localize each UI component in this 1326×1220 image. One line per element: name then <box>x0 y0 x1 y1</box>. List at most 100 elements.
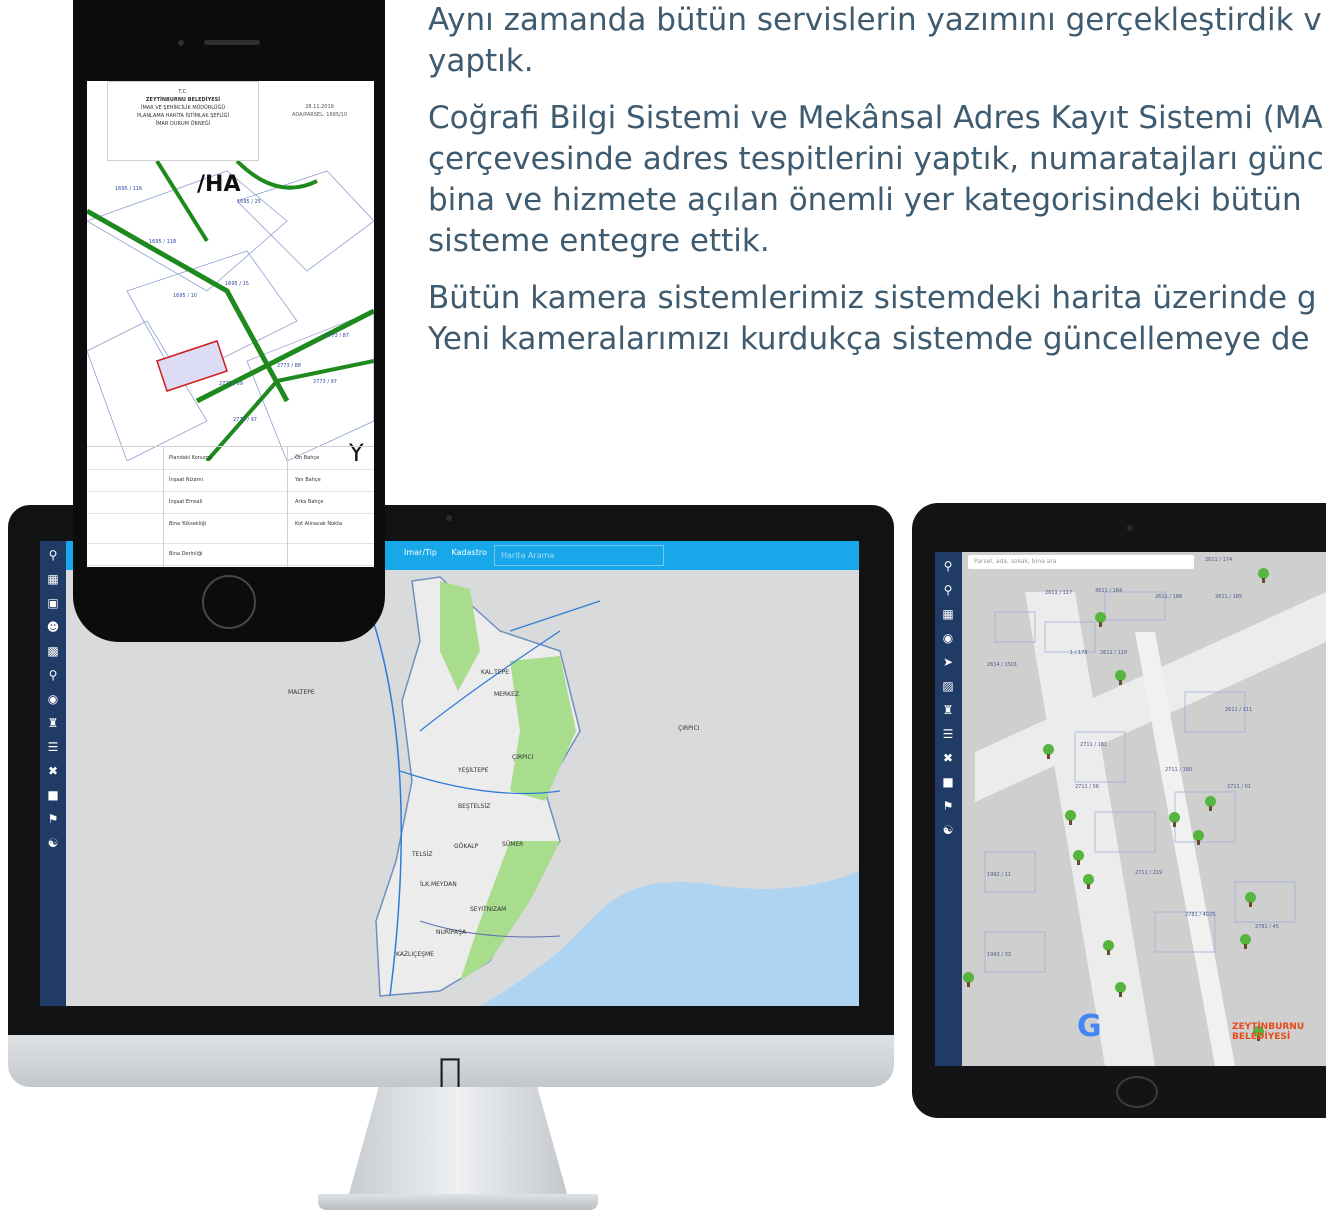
tree-marker-icon[interactable] <box>1115 982 1126 997</box>
table-cell: Bina Yüksekliği <box>169 521 207 527</box>
search-icon[interactable]: ⚲ <box>40 545 66 565</box>
zoning-table: Plandaki Konumu Ön Bahçe İnşaat Nizamı Y… <box>87 446 374 567</box>
block-label: 2611 / 120 <box>1100 650 1128 656</box>
map-label: YEŞİLTEPE <box>458 767 489 774</box>
flag-icon[interactable]: ⚑ <box>40 809 66 829</box>
tools-icon[interactable]: ✖ <box>935 748 961 768</box>
block-label: 2611 / 174 <box>1205 557 1233 563</box>
parcel-label: 1695 / 15 <box>225 281 249 287</box>
block-label: 1993 / 33 <box>987 952 1011 958</box>
table-cell: İnşaat Nizamı <box>169 477 204 483</box>
tablet-sidebar: ⚲ ⚲ ▦ ◉ ➤ ▨ ♜ ☰ ✖ ■ ⚑ ☯ <box>935 552 962 1066</box>
bus-icon[interactable]: ■ <box>935 772 961 792</box>
map-label: SÜMER <box>502 841 524 848</box>
text-line: çerçevesinde adres tespitlerini yaptık, … <box>428 141 1324 177</box>
block-label: 1 / 178 <box>1070 650 1088 656</box>
parcel-label: 1695 / 25 <box>237 199 261 205</box>
document-icon[interactable]: ▦ <box>935 604 961 624</box>
pin-icon[interactable]: ⚲ <box>40 665 66 685</box>
table-divider <box>287 446 288 567</box>
tree-marker-icon[interactable] <box>1240 934 1251 949</box>
tree-marker-icon[interactable] <box>1065 810 1076 825</box>
pin-icon[interactable]: ⚲ <box>935 580 961 600</box>
building-icon[interactable]: ▩ <box>40 641 66 661</box>
tree-marker-icon[interactable] <box>1258 568 1269 583</box>
document-header: T.C. ZEYTİNBURNU BELEDİYESİ İMAR VE ŞEHİ… <box>87 81 374 161</box>
tree-marker-icon[interactable] <box>1095 612 1106 627</box>
table-cell: Ön Bahçe <box>295 455 320 461</box>
flag-icon[interactable]: ⚑ <box>935 796 961 816</box>
table-cell: Arka Bahçe <box>295 499 324 505</box>
tree-marker-icon[interactable] <box>1103 940 1114 955</box>
text-line: Coğrafi Bilgi Sistemi ve Mekânsal Adres … <box>428 100 1323 136</box>
table-cell: Kot Alınacak Nokta <box>295 521 343 527</box>
target-icon[interactable]: ◉ <box>40 689 66 709</box>
phone-document-screen: T.C. ZEYTİNBURNU BELEDİYESİ İMAR VE ŞEHİ… <box>87 81 374 567</box>
tree-marker-icon[interactable] <box>1115 670 1126 685</box>
block-label: 3611 / 164 <box>1095 588 1123 594</box>
tablet-search-input[interactable]: Parsel, ada, sokak, bina ara <box>968 555 1194 569</box>
table-row: İnşaat Nizamı Yan Bahçe <box>87 469 374 492</box>
text-line: bina ve hizmete açılan önemli yer katego… <box>428 182 1302 218</box>
map-label: ÇIRPICI <box>678 725 700 732</box>
block-label: 2611 / 111 <box>1225 707 1253 713</box>
block-label: 2611 / 117 <box>1045 590 1073 596</box>
castle-icon[interactable]: ♜ <box>40 713 66 733</box>
parcel-label: 1695 / 10 <box>173 293 197 299</box>
tree-marker-icon[interactable] <box>963 972 974 987</box>
text-line: sisteme entegre ettik. <box>428 223 770 259</box>
tree-marker-icon[interactable] <box>1169 812 1180 827</box>
map-label: KAL.TEPE <box>481 669 510 676</box>
menu-item-kadastro[interactable]: Kadastro <box>452 548 487 557</box>
tablet-map[interactable] <box>935 552 1326 1066</box>
header-line: ZEYTİNBURNU BELEDİYESİ <box>145 97 221 103</box>
tree-marker-icon[interactable] <box>1193 830 1204 845</box>
tree-marker-icon[interactable] <box>1205 796 1216 811</box>
desktop-sidebar: ⚲ ▦ ▣ ☻ ▩ ⚲ ◉ ♜ ☰ ✖ ■ ⚑ ☯ <box>40 541 66 1006</box>
parcel-label: 1695 / 118 <box>149 239 177 245</box>
desktop-search-input[interactable]: Harita Arama <box>494 545 664 566</box>
person-icon[interactable]: ☻ <box>40 617 66 637</box>
document-icon[interactable]: ▦ <box>40 569 66 589</box>
cart-icon[interactable]: ☰ <box>40 737 66 757</box>
phone-camera <box>178 40 184 46</box>
google-logo: G <box>1077 1009 1102 1044</box>
map-label: TELSİZ <box>412 851 433 858</box>
image-icon[interactable]: ▣ <box>40 593 66 613</box>
castle-icon[interactable]: ♜ <box>935 700 961 720</box>
map-label: NURİPAŞA <box>436 929 467 936</box>
tools-icon[interactable]: ✖ <box>40 761 66 781</box>
parcel-label: 2773 / 88 <box>277 363 301 369</box>
block-label: 2711 / 56 <box>1075 784 1099 790</box>
phone-speaker <box>204 40 260 45</box>
group-icon[interactable]: ☯ <box>935 820 961 840</box>
car-icon[interactable]: ▨ <box>935 676 961 696</box>
tablet-map-screen: ⚲ ⚲ ▦ ◉ ➤ ▨ ♜ ☰ ✖ ■ ⚑ ☯ Parsel, ada, sok… <box>935 552 1326 1066</box>
parcel-label: 2773 / 59 <box>219 381 243 387</box>
arrow-icon[interactable]: ➤ <box>935 652 961 672</box>
text-line: Aynı zamanda bütün servislerin yazımını … <box>428 2 1322 38</box>
tree-marker-icon[interactable] <box>1073 850 1084 865</box>
target-icon[interactable]: ◉ <box>935 628 961 648</box>
map-label: GÖKALP <box>454 843 479 850</box>
article-text: Aynı zamanda bütün servislerin yazımını … <box>428 0 1326 470</box>
map-label: MERKEZ <box>494 691 519 698</box>
map-label: KAZLIÇEŞME <box>396 951 434 958</box>
tree-marker-icon[interactable] <box>1043 744 1054 759</box>
header-line: İMAR DURUM ÖRNEĞİ <box>155 121 211 127</box>
cart-icon[interactable]: ☰ <box>935 724 961 744</box>
menu-item-imar[interactable]: Imar/Tip <box>404 548 437 557</box>
text-line: yaptık. <box>428 43 534 79</box>
text-line: Yeni kameralarımızı kurdukça sistemde gü… <box>428 321 1310 357</box>
parcel-map[interactable]: /HA Y <box>87 161 374 461</box>
bus-icon[interactable]: ■ <box>40 785 66 805</box>
tree-marker-icon[interactable] <box>1245 892 1256 907</box>
paragraph: Aynı zamanda bütün servislerin yazımını … <box>428 0 1326 82</box>
tree-marker-icon[interactable] <box>1083 874 1094 889</box>
phone-home-button[interactable] <box>202 575 256 629</box>
ipad-home-button[interactable] <box>1116 1076 1158 1108</box>
map-label: İLK.MEYDAN <box>420 881 457 888</box>
group-icon[interactable]: ☯ <box>40 833 66 853</box>
search-icon[interactable]: ⚲ <box>935 556 961 576</box>
table-divider <box>163 446 164 567</box>
